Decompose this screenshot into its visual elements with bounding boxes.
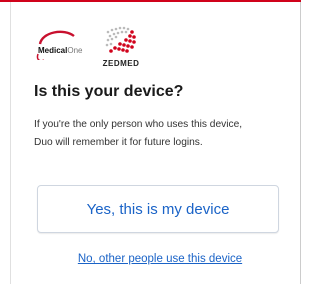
medicalone-logo: MedicalOne [34,30,92,60]
page-title: Is this your device? [34,83,184,100]
device-trust-dialog: MedicalOne ZEDMED Is this your device? I… [0,0,301,284]
description: If you're the only person who uses this … [34,116,296,152]
left-divider [10,2,11,284]
right-divider [300,2,301,284]
description-line-1: If you're the only person who uses this … [34,119,243,130]
top-accent-bar [0,0,301,2]
description-line-2: Duo will remember it for future logins. [34,137,203,148]
confirm-device-button[interactable]: Yes, this is my device [37,185,279,233]
zedmed-logo: ZEDMED [96,24,146,68]
medicalone-logo-bold: Medical [38,46,68,55]
decline-device-link[interactable]: No, other people use this device [0,253,320,265]
zedmed-logo-text: ZEDMED [102,59,140,68]
medicalone-logo-light: One [67,46,83,55]
